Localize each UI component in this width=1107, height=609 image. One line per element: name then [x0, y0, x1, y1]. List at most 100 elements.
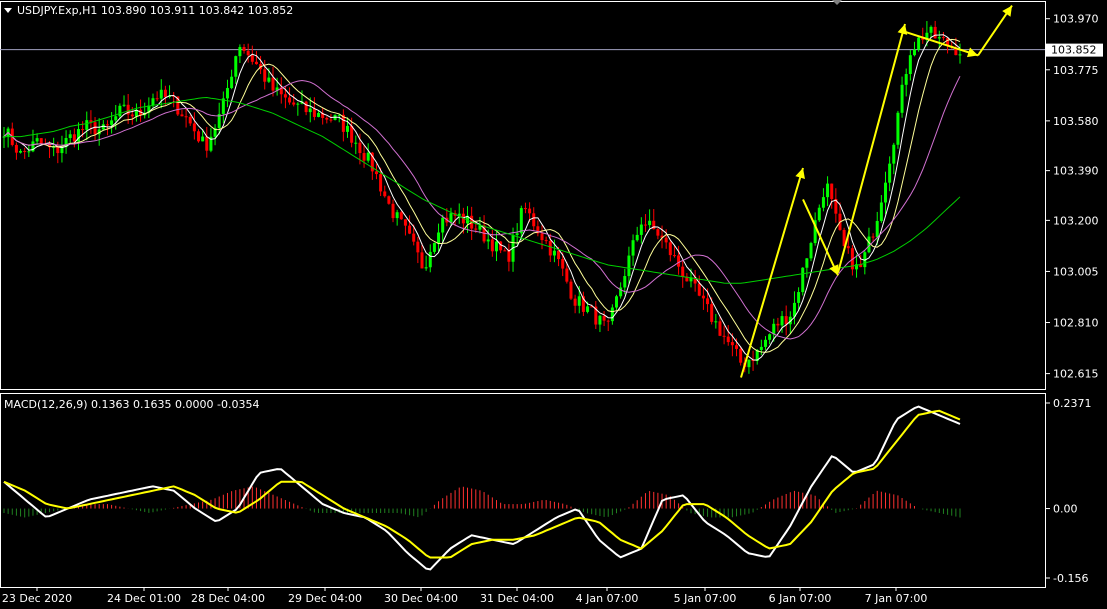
candle-body: [809, 243, 813, 259]
candle-body: [888, 163, 892, 183]
candle-body: [490, 239, 494, 252]
candle-body: [677, 255, 681, 267]
candle-body: [503, 250, 507, 252]
candle-body: [271, 77, 275, 91]
candle-body: [159, 89, 163, 99]
candle-body: [577, 296, 581, 306]
candle-body: [205, 136, 209, 151]
price-axis-label: 103.580: [1053, 115, 1099, 128]
candle-body: [383, 191, 387, 197]
candle-body: [420, 252, 424, 269]
macd-axis-label: -0.156: [1053, 572, 1088, 585]
candle-body: [540, 233, 544, 241]
candle-body: [366, 152, 370, 161]
time-axis-label: 5 Jan 07:00: [674, 592, 737, 605]
candle-body: [180, 114, 184, 117]
candle-body: [871, 236, 875, 238]
candle-body: [515, 233, 519, 236]
candle-body: [565, 268, 569, 282]
candle-body: [197, 131, 201, 142]
macd-axis-label: 0.00: [1053, 503, 1078, 516]
candle-body: [648, 220, 652, 226]
candle-body: [424, 267, 428, 269]
candle-body: [917, 37, 921, 50]
candle-body: [474, 228, 478, 230]
candle-body: [780, 316, 784, 326]
candle-body: [192, 123, 196, 132]
candle-body: [826, 183, 830, 198]
price-axis-label: 103.200: [1053, 214, 1099, 227]
candle-body: [163, 89, 167, 98]
candle-body: [846, 246, 850, 249]
candle-body: [523, 208, 527, 210]
candle-body: [701, 295, 705, 299]
trading-chart[interactable]: 103.970 103.775 103.580 103.390 103.200 103.0…: [0, 0, 1107, 609]
candle-body: [437, 232, 441, 243]
candle-body: [598, 315, 602, 325]
candle-body: [412, 233, 416, 242]
candle-body: [325, 117, 329, 120]
time-axis-label: 23 Dec 2020: [2, 592, 72, 605]
macd-axis-label: 0.2371: [1053, 397, 1092, 410]
candle-body: [730, 342, 734, 346]
time-axis-label: 24 Dec 01:00: [107, 592, 181, 605]
candle-body: [246, 50, 250, 56]
candle-body: [784, 316, 788, 325]
candle-body: [718, 321, 722, 336]
candle-body: [821, 197, 825, 208]
candle-body: [395, 212, 399, 219]
candle-body: [937, 37, 941, 39]
candle-body: [329, 119, 333, 121]
candle-body: [739, 348, 743, 363]
candle-body: [184, 116, 188, 118]
candle-body: [900, 84, 904, 113]
time-axis-label: 6 Jan 07:00: [769, 592, 832, 605]
candle-body: [105, 124, 109, 126]
candle-body: [602, 315, 606, 321]
candle-body: [681, 266, 685, 277]
candle-body: [552, 250, 556, 256]
time-axis-label: 7 Jan 07:00: [865, 592, 928, 605]
candle-body: [710, 304, 714, 322]
candle-body: [643, 224, 647, 226]
candle-body: [904, 74, 908, 85]
time-axis-label: 30 Dec 04:00: [384, 592, 458, 605]
candle-body: [801, 267, 805, 293]
candle-body: [238, 47, 242, 57]
candle-body: [308, 108, 312, 113]
candle-body: [304, 101, 308, 113]
candle-body: [763, 339, 767, 347]
time-axis-label: 31 Dec 04:00: [480, 592, 554, 605]
candle-body: [486, 239, 490, 242]
candle-body: [110, 120, 114, 125]
price-axis-label: 103.390: [1053, 165, 1099, 178]
candle-body: [735, 345, 739, 349]
candle-body: [805, 258, 809, 268]
candle-body: [432, 242, 436, 252]
candle-body: [399, 212, 403, 220]
price-axis-label: 103.005: [1053, 265, 1099, 278]
candle-body: [627, 255, 631, 277]
candle-body: [354, 142, 358, 144]
candle-body: [317, 112, 321, 117]
candle-body: [155, 98, 159, 100]
candle-body: [561, 259, 565, 269]
candle-body: [672, 255, 676, 257]
candle-body: [656, 229, 660, 236]
current-price-label: 103.852: [1051, 44, 1097, 57]
candle-body: [350, 125, 354, 143]
candle-body: [85, 120, 89, 130]
candle-body: [892, 144, 896, 164]
price-axis-label: 102.615: [1053, 368, 1099, 381]
candle-body: [391, 203, 395, 219]
candle-body: [606, 320, 610, 322]
candle-body: [797, 292, 801, 303]
candle-body: [93, 122, 97, 135]
candle-body: [449, 213, 453, 223]
candle-body: [631, 240, 635, 256]
candle-body: [234, 56, 238, 77]
candle-body: [225, 88, 229, 99]
candle-body: [494, 241, 498, 252]
candle-body: [56, 146, 60, 154]
candle-body: [776, 323, 780, 326]
